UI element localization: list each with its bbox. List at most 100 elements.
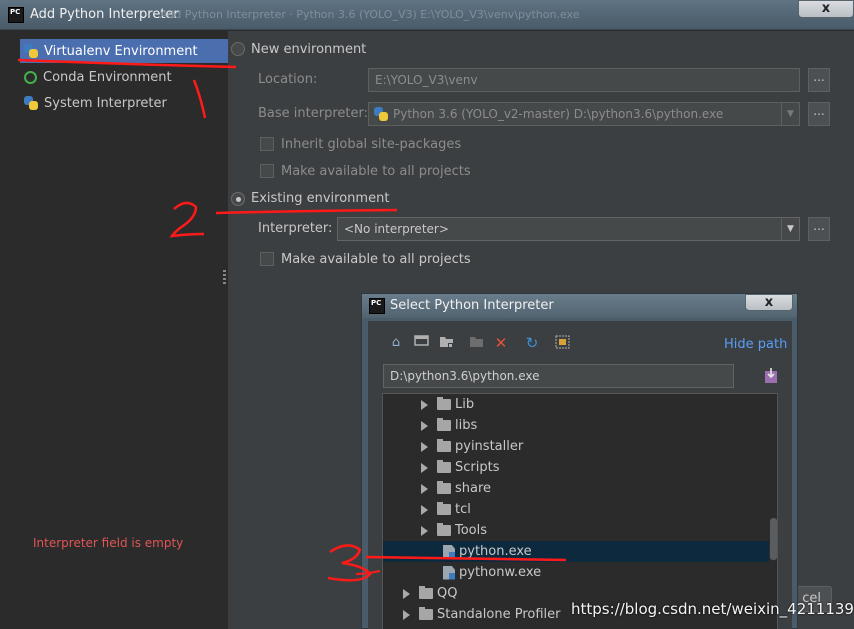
existing-environment-radio[interactable] bbox=[231, 192, 245, 206]
tree-item-label: Lib bbox=[455, 397, 475, 412]
tree-item-pythonw-exe[interactable]: pythonw.exe bbox=[383, 562, 777, 583]
base-interpreter-value: Python 3.6 (YOLO_v2-master) D:\python3.6… bbox=[393, 107, 724, 121]
dialog-titlebar: PC Add Python Interpreter Add Python Int… bbox=[0, 0, 854, 30]
python-icon bbox=[374, 107, 388, 121]
tree-item-label: tcl bbox=[455, 502, 471, 517]
expand-arrow-icon[interactable] bbox=[421, 525, 428, 536]
pycharm-logo-icon: PC bbox=[369, 298, 385, 314]
tree-item-label: libs bbox=[455, 418, 478, 433]
existing-env-make-available-checkbox[interactable] bbox=[260, 252, 274, 266]
background-window-title: Add Python Interpreter · Python 3.6 (YOL… bbox=[160, 8, 580, 21]
expand-arrow-icon[interactable] bbox=[421, 462, 428, 473]
home-icon[interactable]: ⌂ bbox=[388, 335, 404, 351]
chevron-down-icon: ▼ bbox=[781, 103, 799, 125]
interpreter-value: <No interpreter> bbox=[344, 222, 449, 236]
sidebar-item-label: Virtualenv Environment bbox=[44, 43, 198, 59]
base-interpreter-dropdown[interactable]: Python 3.6 (YOLO_v2-master) D:\python3.6… bbox=[368, 102, 800, 126]
file-tree[interactable]: Lib libs pyinstaller Scripts share tcl T… bbox=[382, 393, 778, 629]
conda-icon bbox=[24, 70, 37, 84]
folder-icon bbox=[419, 607, 433, 620]
folder-icon bbox=[437, 439, 451, 452]
new-environment-label: New environment bbox=[251, 42, 367, 57]
new-environment-radio[interactable] bbox=[231, 42, 245, 56]
inherit-packages-checkbox[interactable] bbox=[260, 137, 274, 151]
tree-item-lib[interactable]: Lib bbox=[383, 394, 777, 415]
folder-icon bbox=[437, 481, 451, 494]
hide-path-link[interactable]: Hide path bbox=[724, 337, 787, 352]
location-browse-button[interactable]: ... bbox=[808, 68, 830, 92]
tree-item-tcl[interactable]: tcl bbox=[383, 499, 777, 520]
select-dialog-titlebar: PC Select Python Interpreter x bbox=[362, 294, 797, 318]
sidebar-item-system[interactable]: System Interpreter bbox=[20, 91, 228, 115]
splitter-handle[interactable] bbox=[223, 270, 226, 286]
expand-arrow-icon[interactable] bbox=[421, 399, 428, 410]
tree-item-python-exe[interactable]: python.exe bbox=[383, 541, 777, 562]
new-env-make-available-label: Make available to all projects bbox=[281, 164, 471, 179]
select-interpreter-dialog: PC Select Python Interpreter x ⌂ ✕ ↻ Hid… bbox=[361, 293, 798, 629]
expand-arrow-icon[interactable] bbox=[403, 588, 410, 599]
base-interpreter-label: Base interpreter: bbox=[258, 106, 368, 121]
tree-item-label: Tools bbox=[455, 523, 488, 538]
sidebar-item-conda[interactable]: Conda Environment bbox=[20, 65, 228, 89]
validation-error-message: Interpreter field is empty bbox=[33, 536, 184, 550]
tree-scrollbar-track[interactable] bbox=[769, 394, 777, 629]
sidebar-item-label: System Interpreter bbox=[44, 95, 167, 111]
tree-item-share[interactable]: share bbox=[383, 478, 777, 499]
base-interpreter-browse-button[interactable]: ... bbox=[808, 102, 830, 126]
sidebar-item-label: Conda Environment bbox=[43, 69, 172, 85]
delete-icon[interactable]: ✕ bbox=[493, 335, 509, 351]
expand-arrow-icon[interactable] bbox=[421, 483, 428, 494]
select-dialog-title: Select Python Interpreter bbox=[390, 298, 554, 313]
desktop-icon[interactable] bbox=[413, 335, 429, 351]
tree-item-label: QQ bbox=[437, 586, 458, 601]
tree-item-scripts[interactable]: Scripts bbox=[383, 457, 777, 478]
expand-arrow-icon[interactable] bbox=[421, 420, 428, 431]
select-dialog-body: ⌂ ✕ ↻ Hide path D:\python3.6\python.exe … bbox=[368, 321, 792, 629]
sidebar-item-virtualenv[interactable]: Virtualenv Environment bbox=[20, 39, 228, 63]
project-folder-icon[interactable] bbox=[438, 335, 454, 351]
new-env-make-available-checkbox[interactable] bbox=[260, 164, 274, 178]
select-dialog-close-button[interactable]: x bbox=[745, 294, 793, 311]
refresh-icon[interactable]: ↻ bbox=[524, 335, 540, 351]
pycharm-logo-icon: PC bbox=[8, 7, 24, 23]
path-input[interactable]: D:\python3.6\python.exe bbox=[383, 364, 734, 388]
interpreter-dropdown[interactable]: <No interpreter> ▼ bbox=[337, 217, 800, 241]
existing-env-make-available-label: Make available to all projects bbox=[281, 252, 471, 267]
interpreter-browse-button[interactable]: ... bbox=[808, 217, 830, 241]
tree-item-label: python.exe bbox=[459, 544, 532, 559]
tree-item-label: Standalone Profiler bbox=[437, 607, 561, 622]
inherit-packages-label: Inherit global site-packages bbox=[281, 137, 462, 152]
folder-icon bbox=[437, 418, 451, 431]
download-icon[interactable] bbox=[764, 367, 778, 385]
folder-icon bbox=[437, 502, 451, 515]
existing-environment-label: Existing environment bbox=[251, 191, 390, 206]
tree-item-label: Scripts bbox=[455, 460, 500, 475]
python-icon bbox=[24, 44, 38, 58]
dialog-title: Add Python Interpreter bbox=[30, 7, 179, 22]
tree-item-label: pythonw.exe bbox=[459, 565, 542, 580]
folder-icon bbox=[419, 586, 433, 599]
blog-watermark: https://blog.csdn.net/weixin_42111393 bbox=[571, 600, 854, 618]
location-field[interactable]: E:\YOLO_V3\venv bbox=[368, 68, 800, 92]
tree-item-label: share bbox=[455, 481, 492, 496]
tree-item-pyinstaller[interactable]: pyinstaller bbox=[383, 436, 777, 457]
python-file-icon bbox=[443, 565, 455, 580]
dialog-close-button[interactable]: x bbox=[798, 0, 854, 18]
folder-icon bbox=[437, 460, 451, 473]
tree-item-libs[interactable]: libs bbox=[383, 415, 777, 436]
tree-item-tools[interactable]: Tools bbox=[383, 520, 777, 541]
interpreter-type-sidebar: Virtualenv Environment Conda Environment… bbox=[8, 31, 228, 621]
expand-arrow-icon[interactable] bbox=[403, 609, 410, 620]
tree-scrollbar-thumb[interactable] bbox=[770, 518, 777, 560]
folder-icon bbox=[437, 397, 451, 410]
expand-arrow-icon[interactable] bbox=[421, 504, 428, 515]
folder-icon bbox=[437, 523, 451, 536]
python-file-icon bbox=[443, 544, 455, 559]
new-folder-icon[interactable] bbox=[468, 335, 484, 351]
show-hidden-icon[interactable] bbox=[554, 335, 570, 351]
expand-arrow-icon[interactable] bbox=[421, 441, 428, 452]
location-label: Location: bbox=[258, 72, 318, 87]
tree-item-label: pyinstaller bbox=[455, 439, 524, 454]
python-icon bbox=[24, 96, 38, 110]
chevron-down-icon: ▼ bbox=[781, 218, 799, 240]
